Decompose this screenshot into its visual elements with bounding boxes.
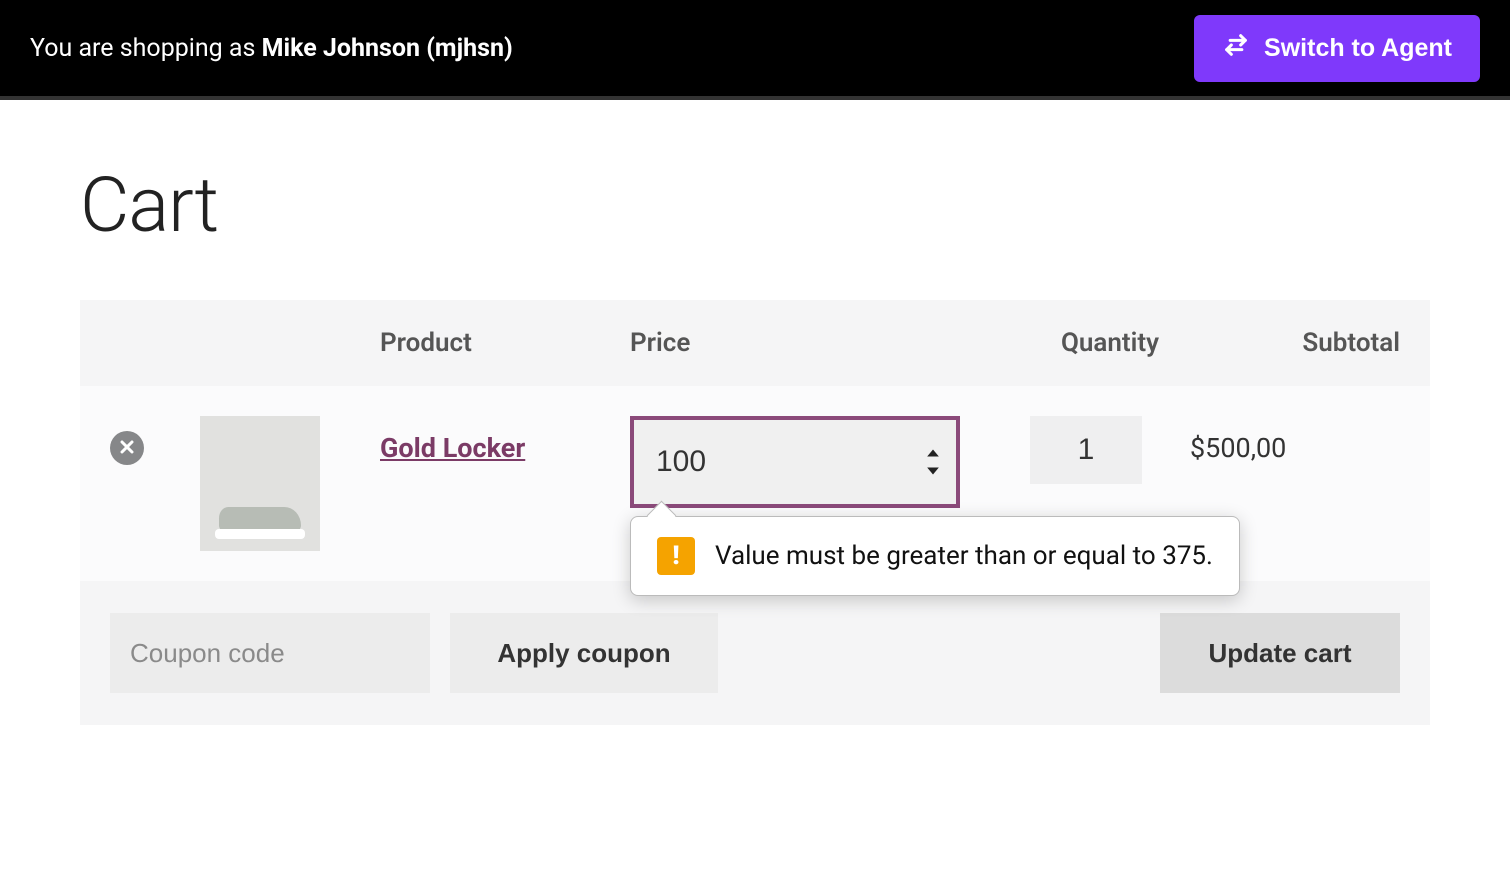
- coupon-code-input[interactable]: [110, 613, 430, 693]
- switch-to-agent-button[interactable]: Switch to Agent: [1194, 15, 1480, 82]
- update-cart-button[interactable]: Update cart: [1160, 613, 1400, 693]
- shopping-as-prefix: You are shopping as: [30, 34, 262, 63]
- col-header-quantity: Quantity: [1030, 328, 1190, 358]
- shopping-as-text: You are shopping as Mike Johnson (mjhsn): [30, 34, 513, 63]
- item-subtotal: $500,00: [1190, 432, 1286, 464]
- remove-item-button[interactable]: [110, 431, 144, 465]
- validation-tooltip: ! Value must be greater than or equal to…: [630, 516, 1240, 596]
- col-header-subtotal: Subtotal: [1190, 328, 1400, 358]
- swap-icon: [1222, 31, 1250, 66]
- apply-coupon-button[interactable]: Apply coupon: [450, 613, 718, 693]
- product-thumbnail[interactable]: [200, 416, 320, 551]
- shoe-icon: [215, 497, 305, 539]
- caret-down-icon: [926, 464, 940, 479]
- price-input-wrap: ! Value must be greater than or equal to…: [630, 416, 960, 508]
- topbar: You are shopping as Mike Johnson (mjhsn)…: [0, 0, 1510, 100]
- warning-icon: !: [657, 537, 695, 575]
- quantity-input[interactable]: [1030, 416, 1142, 484]
- col-header-remove: [110, 328, 200, 358]
- price-step-down[interactable]: [924, 464, 942, 478]
- product-name-link[interactable]: Gold Locker: [380, 432, 525, 464]
- close-icon: [119, 439, 135, 458]
- cart-actions-row: Apply coupon Update cart: [80, 581, 1430, 725]
- validation-message: Value must be greater than or equal to 3…: [715, 541, 1213, 571]
- col-header-thumb: [200, 328, 380, 358]
- price-step-up[interactable]: [924, 446, 942, 460]
- page-body: Cart Product Price Quantity Subtotal: [0, 100, 1510, 725]
- cart-table: Product Price Quantity Subtotal: [80, 300, 1430, 725]
- caret-up-icon: [926, 446, 940, 461]
- customer-name: Mike Johnson (mjhsn): [262, 34, 513, 63]
- cart-item-row: Gold Locker ! Value must be greater than…: [80, 386, 1430, 581]
- price-input[interactable]: [630, 416, 960, 508]
- page-title: Cart: [80, 160, 1430, 250]
- cart-header-row: Product Price Quantity Subtotal: [80, 300, 1430, 386]
- price-spinner: [924, 446, 942, 478]
- col-header-product: Product: [380, 328, 630, 358]
- switch-label: Switch to Agent: [1264, 34, 1452, 63]
- col-header-price: Price: [630, 328, 1030, 358]
